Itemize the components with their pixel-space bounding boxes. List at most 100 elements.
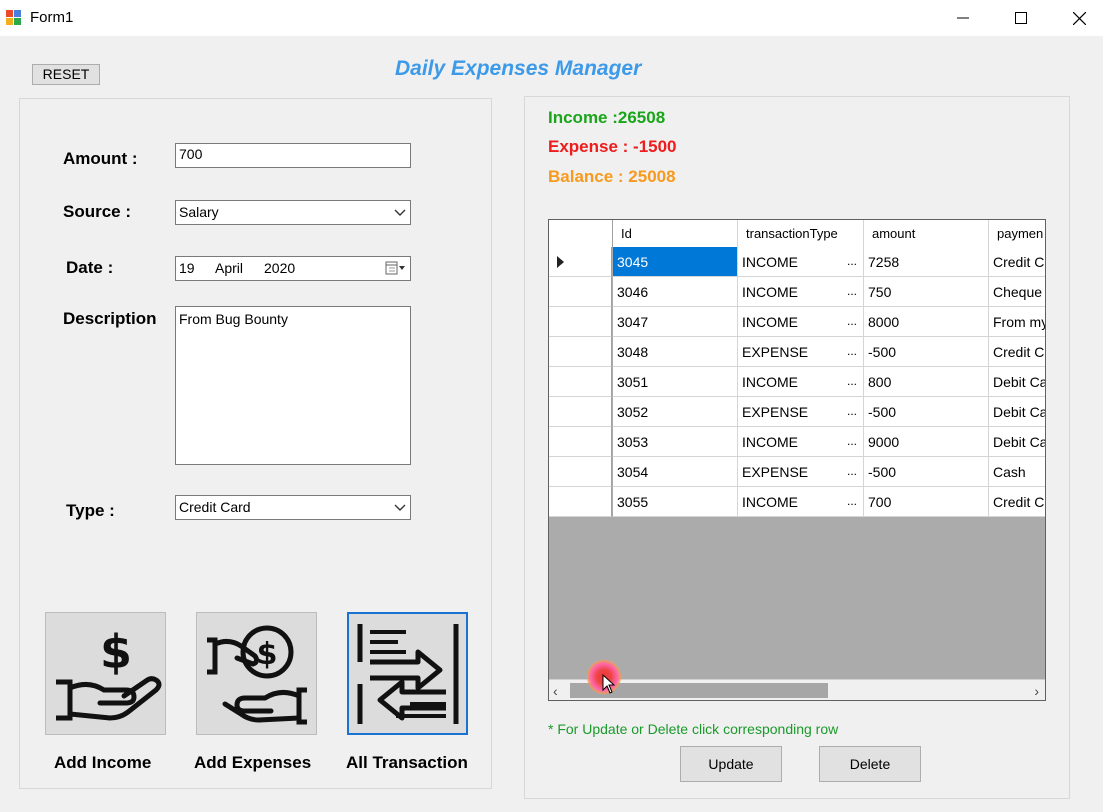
calendar-icon[interactable]: [385, 260, 407, 276]
cell-id-text: 3051: [617, 374, 649, 390]
cell-ellipsis-button[interactable]: ...: [847, 494, 857, 508]
cell-transaction-type-text: INCOME: [742, 284, 798, 300]
cell-transaction-type[interactable]: INCOME...: [738, 367, 864, 397]
cell-amount[interactable]: -500: [864, 397, 989, 427]
row-header[interactable]: [549, 487, 612, 517]
cell-id[interactable]: 3051: [613, 367, 738, 397]
add-income-button[interactable]: $: [45, 612, 166, 735]
column-header-transaction-type[interactable]: transactionType: [738, 220, 864, 247]
cell-payment[interactable]: Credit Ca: [989, 337, 1045, 367]
cell-amount[interactable]: -500: [864, 457, 989, 487]
type-label: Type :: [66, 501, 115, 520]
cell-amount-text: -500: [868, 344, 897, 360]
cell-amount[interactable]: 800: [864, 367, 989, 397]
cell-payment-text: Credit Ca: [993, 344, 1045, 360]
cell-ellipsis-button[interactable]: ...: [847, 314, 857, 328]
horizontal-scrollbar[interactable]: ‹ ›: [549, 679, 1045, 700]
svg-text:$: $: [99, 625, 131, 679]
cell-id-text: 3047: [617, 314, 649, 330]
all-transaction-button[interactable]: [347, 612, 468, 735]
date-picker[interactable]: 19 April 2020: [175, 256, 411, 281]
date-year: 2020: [264, 260, 296, 276]
delete-button[interactable]: Delete: [819, 746, 921, 782]
cell-transaction-type[interactable]: INCOME...: [738, 427, 864, 457]
cell-amount[interactable]: 750: [864, 277, 989, 307]
cell-amount[interactable]: -500: [864, 337, 989, 367]
cell-transaction-type[interactable]: EXPENSE...: [738, 457, 864, 487]
transactions-grid[interactable]: Id transactionType amount paymen 3045 INC…: [548, 219, 1046, 701]
cell-ellipsis-button[interactable]: ...: [847, 344, 857, 358]
update-button[interactable]: Update: [680, 746, 782, 782]
cell-ellipsis-button[interactable]: ...: [847, 404, 857, 418]
cell-transaction-type[interactable]: EXPENSE...: [738, 337, 864, 367]
cell-ellipsis-button[interactable]: ...: [847, 254, 857, 268]
amount-field[interactable]: 700: [175, 143, 411, 168]
scroll-right-icon[interactable]: ›: [1034, 683, 1039, 699]
update-delete-hint: * For Update or Delete click correspondi…: [548, 721, 839, 737]
balance-total: Balance : 25008: [548, 167, 676, 186]
cell-payment[interactable]: From my: [989, 307, 1045, 337]
row-header[interactable]: [549, 457, 612, 487]
cell-transaction-type[interactable]: INCOME...: [738, 247, 864, 277]
cell-transaction-type[interactable]: INCOME...: [738, 277, 864, 307]
cell-payment[interactable]: Credit Ca: [989, 487, 1045, 517]
add-income-label: Add Income: [54, 753, 152, 772]
column-header-amount[interactable]: amount: [864, 220, 989, 247]
column-header-id[interactable]: Id: [613, 220, 738, 247]
minimize-button[interactable]: [934, 0, 992, 36]
column-header-payment[interactable]: paymen: [989, 220, 1045, 247]
cell-id[interactable]: 3052: [613, 397, 738, 427]
add-expenses-button[interactable]: $: [196, 612, 317, 735]
row-header[interactable]: [549, 397, 612, 427]
scroll-left-icon[interactable]: ‹: [553, 683, 558, 699]
cell-amount-text: 8000: [868, 314, 900, 330]
cell-transaction-type[interactable]: EXPENSE...: [738, 397, 864, 427]
cell-ellipsis-button[interactable]: ...: [847, 434, 857, 448]
type-dropdown[interactable]: Credit Card: [175, 495, 411, 520]
maximize-button[interactable]: [992, 0, 1050, 36]
cell-transaction-type[interactable]: INCOME...: [738, 487, 864, 517]
app-heading: Daily Expenses Manager: [395, 57, 642, 80]
cell-id[interactable]: 3054: [613, 457, 738, 487]
close-button[interactable]: [1050, 0, 1103, 36]
row-header[interactable]: [549, 277, 612, 307]
cell-payment-text: Credit Ca: [993, 254, 1045, 270]
cell-id[interactable]: 3055: [613, 487, 738, 517]
cell-payment[interactable]: Debit Ca: [989, 397, 1045, 427]
description-label: Description: [63, 309, 157, 328]
cell-id-text: 3054: [617, 464, 649, 480]
row-header[interactable]: [549, 307, 612, 337]
row-header[interactable]: [549, 367, 612, 397]
cell-amount-text: -500: [868, 404, 897, 420]
cell-ellipsis-button[interactable]: ...: [847, 374, 857, 388]
cell-id[interactable]: 3053: [613, 427, 738, 457]
cell-payment-text: Debit Ca: [993, 374, 1046, 390]
source-dropdown[interactable]: Salary: [175, 200, 411, 225]
cell-amount[interactable]: 7258: [864, 247, 989, 277]
cell-id[interactable]: 3046: [613, 277, 738, 307]
row-header[interactable]: [549, 427, 612, 457]
cell-id[interactable]: 3045: [613, 247, 738, 277]
cell-payment[interactable]: Credit Ca: [989, 247, 1045, 277]
cell-ellipsis-button[interactable]: ...: [847, 284, 857, 298]
row-header[interactable]: [549, 247, 612, 277]
svg-text:$: $: [256, 637, 277, 672]
cell-amount[interactable]: 700: [864, 487, 989, 517]
cell-payment[interactable]: Debit Ca: [989, 367, 1046, 397]
source-label: Source :: [63, 202, 132, 221]
cell-amount[interactable]: 8000: [864, 307, 989, 337]
income-hand-dollar-icon: $: [55, 625, 161, 721]
cell-id[interactable]: 3047: [613, 307, 738, 337]
cell-transaction-type[interactable]: INCOME...: [738, 307, 864, 337]
reset-button[interactable]: RESET: [32, 64, 100, 85]
cell-id[interactable]: 3048: [613, 337, 738, 367]
cell-amount[interactable]: 9000: [864, 427, 989, 457]
cell-transaction-type-text: INCOME: [742, 434, 798, 450]
row-header[interactable]: [549, 337, 612, 367]
cell-ellipsis-button[interactable]: ...: [847, 464, 857, 478]
income-total: Income :26508: [548, 108, 666, 127]
description-field[interactable]: From Bug Bounty: [175, 306, 411, 465]
cell-payment[interactable]: Cash: [989, 457, 1045, 487]
cell-payment[interactable]: Cheque: [989, 277, 1045, 307]
cell-payment[interactable]: Debit Ca: [989, 427, 1045, 457]
